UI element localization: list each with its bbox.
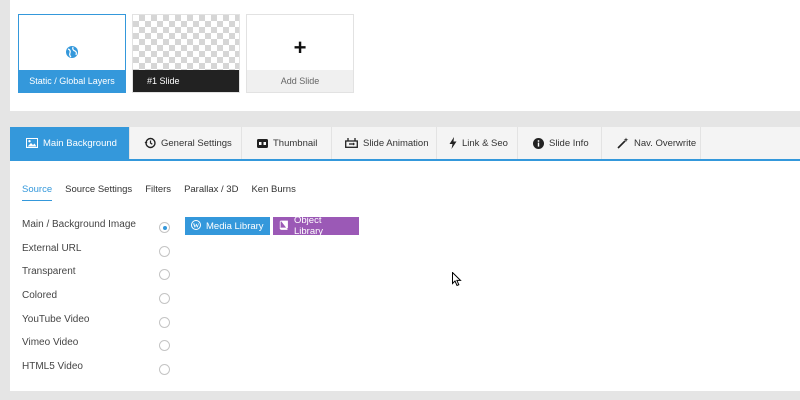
object-library-label: Object Library <box>294 215 324 237</box>
thumbnail-icon <box>257 138 268 148</box>
tab-nav-overwrite[interactable]: Nav. Overwrite <box>602 127 701 159</box>
transparent-preview <box>133 15 239 70</box>
tab-label: General Settings <box>161 137 232 149</box>
media-library-button[interactable]: W Media Library <box>185 217 270 235</box>
slide-caption: Static / Global Layers <box>19 70 125 92</box>
option-label-transparent: Transparent <box>22 266 76 277</box>
tab-slide-animation[interactable]: Slide Animation <box>332 127 437 159</box>
slide-settings-panel: Main Background General Settings Thumbna… <box>10 127 800 391</box>
tab-label: Link & Seo <box>462 137 508 149</box>
radio-main-background-image[interactable] <box>159 222 170 233</box>
slide-caption: Add Slide <box>247 70 353 92</box>
animation-icon <box>345 138 358 148</box>
radio-external-url[interactable] <box>159 246 170 257</box>
radio-html5-video[interactable] <box>159 364 170 375</box>
slide-thumbnails: Static / Global Layers #1 Slide + Add Sl… <box>18 14 354 93</box>
static-layers-preview <box>19 15 125 70</box>
option-label-html5-video: HTML5 Video <box>22 361 83 372</box>
tab-label: Main Background <box>43 137 117 149</box>
slide-1[interactable]: #1 Slide <box>132 14 240 93</box>
info-icon <box>533 137 544 149</box>
subtab-source[interactable]: Source <box>22 184 53 201</box>
image-icon <box>26 138 38 148</box>
tab-thumbnail[interactable]: Thumbnail <box>242 127 332 159</box>
static-global-layers-slide[interactable]: Static / Global Layers <box>18 14 126 93</box>
option-label-colored: Colored <box>22 290 58 301</box>
slide-caption: #1 Slide <box>133 70 239 92</box>
radio-youtube-video[interactable] <box>159 317 170 328</box>
option-label-external-url: External URL <box>22 243 82 254</box>
radio-colored[interactable] <box>159 293 170 304</box>
tab-label: Slide Animation <box>363 137 429 149</box>
radio-vimeo-video[interactable] <box>159 340 170 351</box>
option-label-main-background-image: Main / Background Image <box>22 219 136 230</box>
option-label-vimeo-video: Vimeo Video <box>22 337 79 348</box>
media-library-label: Media Library <box>206 220 264 232</box>
radio-transparent[interactable] <box>159 269 170 280</box>
tab-main-background[interactable]: Main Background <box>10 127 130 159</box>
history-icon <box>144 137 156 149</box>
background-subtabs: Source Source Settings Filters Parallax … <box>22 184 296 201</box>
subtab-source-settings[interactable]: Source Settings <box>65 184 132 201</box>
tab-label: Thumbnail <box>273 137 318 149</box>
option-label-youtube-video: YouTube Video <box>22 314 90 325</box>
tab-label: Nav. Overwrite <box>634 137 697 149</box>
tab-general-settings[interactable]: General Settings <box>130 127 242 159</box>
book-icon <box>279 220 289 233</box>
subtab-parallax-3d[interactable]: Parallax / 3D <box>184 184 238 201</box>
svg-text:W: W <box>193 222 200 229</box>
slide-selector-panel: Static / Global Layers #1 Slide + Add Sl… <box>10 0 800 111</box>
subtab-ken-burns[interactable]: Ken Burns <box>251 184 295 201</box>
settings-tab-bar: Main Background General Settings Thumbna… <box>10 127 800 161</box>
tab-slide-info[interactable]: Slide Info <box>518 127 602 159</box>
mouse-cursor-icon <box>452 271 462 292</box>
magic-wand-icon <box>617 137 629 149</box>
bolt-icon <box>449 137 457 149</box>
add-slide-button[interactable]: + Add Slide <box>246 14 354 93</box>
object-library-button[interactable]: Object Library <box>273 215 359 237</box>
wordpress-icon: W <box>191 219 201 233</box>
subtab-filters[interactable]: Filters <box>145 184 171 201</box>
plus-icon: + <box>293 35 307 60</box>
tab-label: Slide Info <box>549 137 589 149</box>
tab-link-seo[interactable]: Link & Seo <box>437 127 518 159</box>
globe-icon <box>65 46 79 63</box>
